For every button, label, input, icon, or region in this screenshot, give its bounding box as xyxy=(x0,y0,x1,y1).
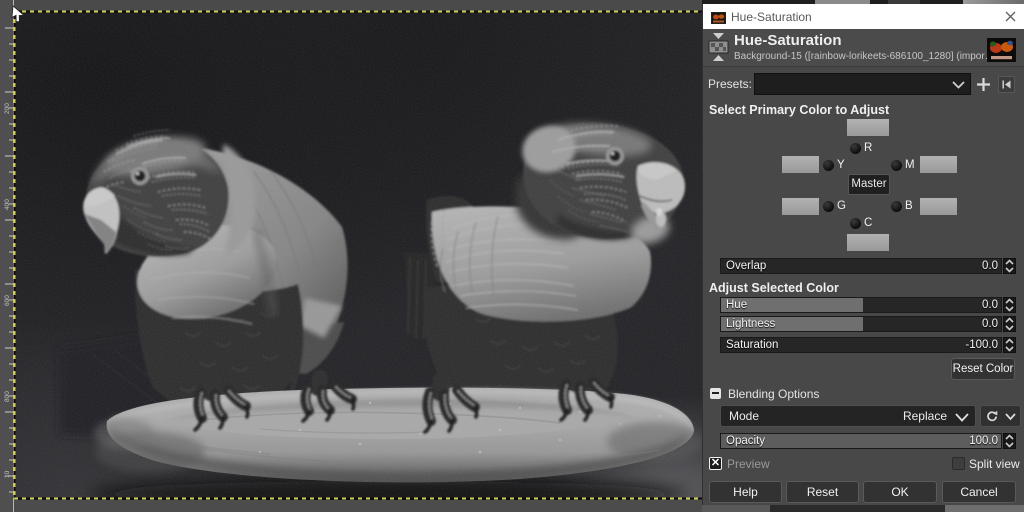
svg-text:400: 400 xyxy=(4,199,11,210)
svg-text:10: 10 xyxy=(4,470,11,478)
svg-text:600: 600 xyxy=(4,295,11,306)
svg-text:800: 800 xyxy=(4,391,11,402)
svg-text:200: 200 xyxy=(4,103,11,114)
